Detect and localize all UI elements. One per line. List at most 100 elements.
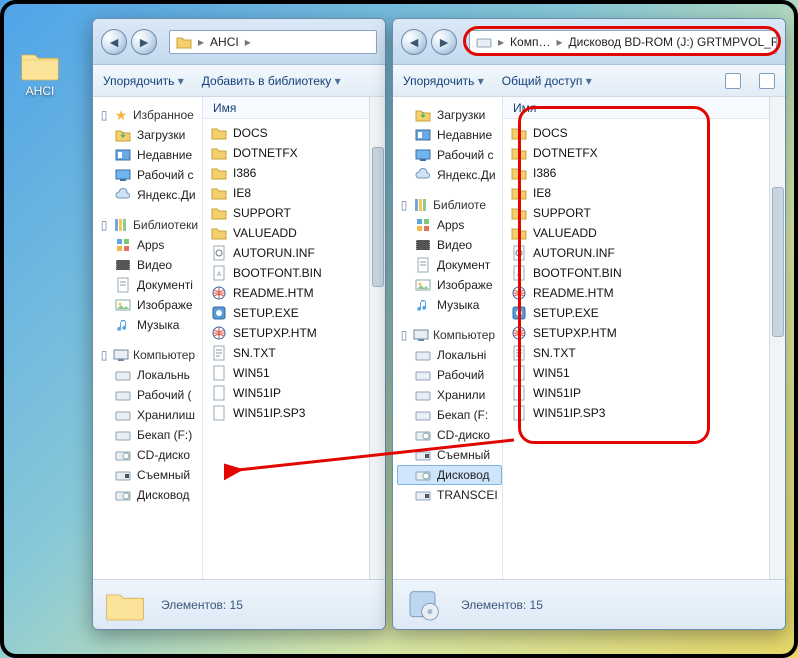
expand-icon[interactable]: ▯ [99,108,109,122]
file-row[interactable]: WIN51IP.SP3 [209,403,379,423]
nav-item[interactable]: Бекап (F: [397,405,502,425]
nav-item[interactable]: Музыка [97,315,202,335]
file-row[interactable]: SN.TXT [209,343,379,363]
file-row[interactable]: IE8 [509,183,779,203]
nav-item[interactable]: Apps [97,235,202,255]
file-row[interactable]: WIN51IP [209,383,379,403]
organize-button[interactable]: Упорядочить [403,74,484,88]
nav-item[interactable]: Яндекс.Ди [397,165,502,185]
file-row[interactable]: SETUP.EXE [509,303,779,323]
nav-item[interactable]: Рабочий с [397,145,502,165]
file-row[interactable]: DOCS [509,123,779,143]
nav-item[interactable]: Недавние [97,145,202,165]
desktop-folder-ahci[interactable]: AHCI [20,48,60,98]
nav-group-header[interactable]: ▯ Библиоте [397,195,502,215]
nav-item[interactable]: Видео [397,235,502,255]
nav-item[interactable]: Apps [397,215,502,235]
expand-icon[interactable]: ▯ [99,348,109,362]
nav-item[interactable]: Хранили [397,385,502,405]
file-row[interactable]: SN.TXT [509,343,779,363]
file-row[interactable]: SETUPXP.HTM [509,323,779,343]
address-bar[interactable]: ▸ Комп… ▸ Дисковод BD-ROM (J:) GRTMPVOL_… [469,30,777,54]
nav-item[interactable]: Изображе [397,275,502,295]
column-name[interactable]: Имя [213,101,236,115]
nav-item[interactable]: Документі [97,275,202,295]
nav-item[interactable]: Загрузки [397,105,502,125]
help-icon[interactable] [759,73,775,89]
file-row[interactable]: WIN51 [209,363,379,383]
scrollbar-thumb[interactable] [372,147,384,287]
nav-item[interactable]: Загрузки [97,125,202,145]
nav-forward-button[interactable]: ► [131,29,157,55]
add-to-library-button[interactable]: Добавить в библиотеку [202,74,341,88]
titlebar[interactable]: ◄ ► ▸ AHCI ▸ [93,19,385,65]
file-row[interactable]: I386 [509,163,779,183]
file-row[interactable]: WIN51IP.SP3 [509,403,779,423]
file-row[interactable]: SETUP.EXE [209,303,379,323]
nav-pane[interactable]: Загрузки Недавние Рабочий с Яндекс.Ди ▯ … [393,97,503,579]
file-list-pane[interactable]: Имя DOCS DOTNETFX I386 IE8 SUPPORT VALUE… [503,97,785,579]
nav-item[interactable]: Недавние [397,125,502,145]
file-row[interactable]: I386 [209,163,379,183]
nav-item[interactable]: CD-диско [97,445,202,465]
expand-icon[interactable]: ▯ [99,218,109,232]
nav-item[interactable]: Документ [397,255,502,275]
nav-group-header[interactable]: ▯ Компьютер [97,345,202,365]
nav-item[interactable]: Дисковод [97,485,202,505]
nav-item[interactable]: Рабочий ( [97,385,202,405]
nav-pane[interactable]: ▯ ★ Избранное Загрузки Недавние Рабочий … [93,97,203,579]
address-bar[interactable]: ▸ AHCI ▸ [169,30,377,54]
nav-item[interactable]: Рабочий [397,365,502,385]
file-row[interactable]: A BOOTFONT.BIN [509,263,779,283]
file-row[interactable]: AUTORUN.INF [509,243,779,263]
file-row[interactable]: A BOOTFONT.BIN [209,263,379,283]
nav-item[interactable]: Видео [97,255,202,275]
titlebar[interactable]: ◄ ► ▸ Комп… ▸ Дисковод BD-ROM (J:) GRTMP… [393,19,785,65]
nav-scrollbar[interactable] [769,97,785,579]
expand-icon[interactable]: ▯ [399,198,409,212]
file-row[interactable]: README.HTM [209,283,379,303]
nav-group-header[interactable]: ▯ ★ Избранное [97,105,202,125]
scrollbar-thumb[interactable] [772,187,784,337]
file-row[interactable]: DOCS [209,123,379,143]
nav-item[interactable]: Хранилиш [97,405,202,425]
file-row[interactable]: README.HTM [509,283,779,303]
file-row[interactable]: VALUEADD [209,223,379,243]
nav-item[interactable]: Музыка [397,295,502,315]
file-row[interactable]: WIN51IP [509,383,779,403]
file-row[interactable]: DOTNETFX [509,143,779,163]
file-row[interactable]: SUPPORT [209,203,379,223]
file-row[interactable]: IE8 [209,183,379,203]
column-name[interactable]: Имя [513,101,536,115]
nav-back-button[interactable]: ◄ [101,29,127,55]
nav-item[interactable]: Рабочий с [97,165,202,185]
column-header[interactable]: Имя [503,97,785,119]
file-list-pane[interactable]: Имя DOCS DOTNETFX I386 IE8 SUPPORT VALUE… [203,97,385,579]
nav-back-button[interactable]: ◄ [401,29,427,55]
file-row[interactable]: WIN51 [509,363,779,383]
nav-scrollbar[interactable] [369,97,385,579]
nav-item[interactable]: Бекап (F:) [97,425,202,445]
file-row[interactable]: AUTORUN.INF [209,243,379,263]
file-row[interactable]: SETUPXP.HTM [209,323,379,343]
breadcrumb-item[interactable]: Дисковод BD-ROM (J:) GRTMPVOL_RU [568,35,777,49]
column-header[interactable]: Имя [203,97,385,119]
nav-item[interactable]: Локальні [397,345,502,365]
file-row[interactable]: DOTNETFX [209,143,379,163]
nav-item[interactable]: Локальнь [97,365,202,385]
nav-group-header[interactable]: ▯ Библиотеки [97,215,202,235]
breadcrumb-item[interactable]: Комп… [510,35,550,49]
file-row[interactable]: SUPPORT [509,203,779,223]
expand-icon[interactable]: ▯ [399,328,409,342]
file-row[interactable]: VALUEADD [509,223,779,243]
nav-item[interactable]: Изображе [97,295,202,315]
nav-forward-button[interactable]: ► [431,29,457,55]
nav-group-header[interactable]: ▯ Компьютер [397,325,502,345]
share-button[interactable]: Общий доступ [502,74,592,88]
nav-item[interactable]: Яндекс.Ди [97,185,202,205]
view-icon[interactable] [725,73,741,89]
breadcrumb-item[interactable]: AHCI [210,35,239,49]
organize-button[interactable]: Упорядочить [103,74,184,88]
nav-item-label: Изображе [137,298,193,312]
nav-item[interactable]: Съемный [97,465,202,485]
